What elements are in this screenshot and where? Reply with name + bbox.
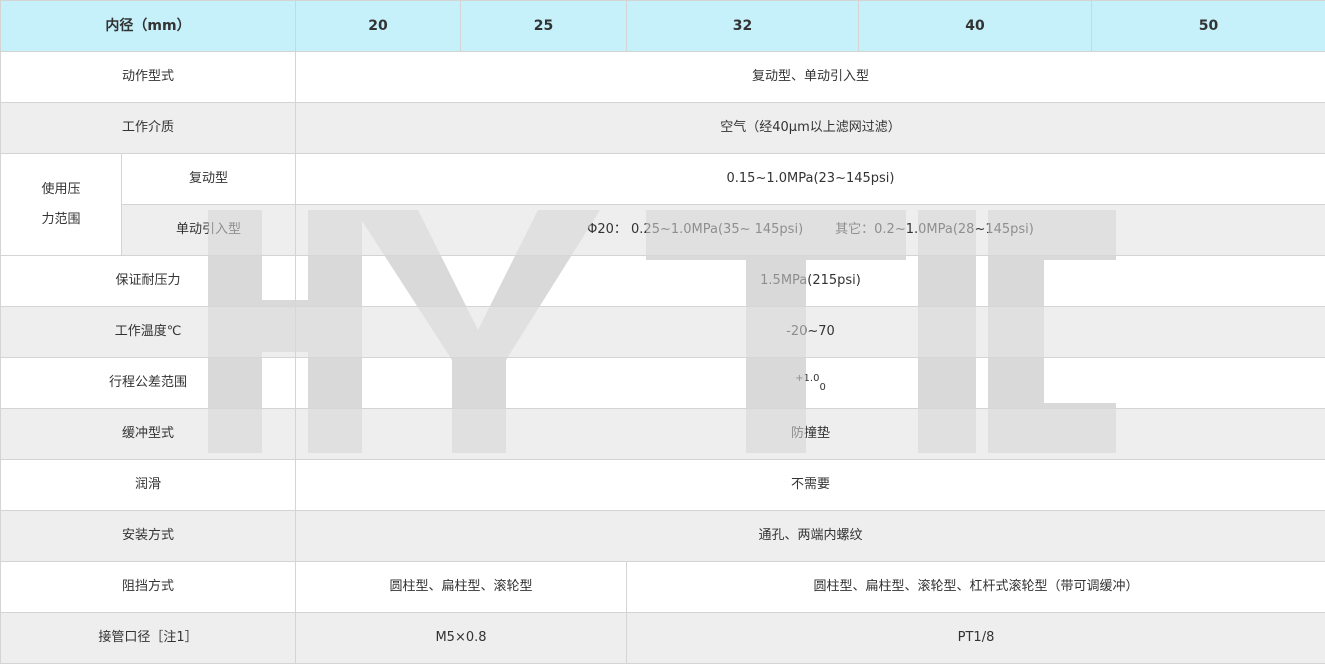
medium-value: 空气（经40μm以上滤网过滤）: [295, 102, 1325, 154]
port-size-value-large: PT1/8: [626, 612, 1325, 664]
table-row: 保证耐压力 1.5MPa(215psi): [0, 255, 1325, 307]
spec-table: 内径（mm） 20 25 32 40 50 动作型式 复动型、单动引入型 工作介…: [0, 0, 1325, 664]
stopper-label: 阻挡方式: [0, 561, 296, 613]
table-row: 安装方式 通孔、两端内螺纹: [0, 510, 1325, 562]
mounting-value: 通孔、两端内螺纹: [295, 510, 1325, 562]
proof-pressure-label: 保证耐压力: [0, 255, 296, 307]
port-size-label: 接管口径［注1］: [0, 612, 296, 664]
table-row: 工作介质 空气（经40μm以上滤网过滤）: [0, 102, 1325, 154]
proof-pressure-value: 1.5MPa(215psi): [295, 255, 1325, 307]
medium-label: 工作介质: [0, 102, 296, 154]
lubrication-label: 润滑: [0, 459, 296, 511]
single-acting-value: Φ20： 0.25~1.0MPa(35~ 145psi) 其它：0.2~1.0MP…: [295, 204, 1325, 256]
action-type-value: 复动型、单动引入型: [295, 51, 1325, 103]
pressure-group-line-1: 使用压: [41, 181, 81, 197]
table-row: 接管口径［注1］ M5×0.8 PT1/8: [0, 612, 1325, 664]
stroke-tolerance-lower: 0: [819, 381, 826, 393]
double-acting-value: 0.15~1.0MPa(23~145psi): [295, 153, 1325, 205]
cushion-label: 缓冲型式: [0, 408, 296, 460]
single-acting-phi20-value: Φ20： 0.25~1.0MPa(35~ 145psi): [587, 221, 804, 237]
lubrication-value: 不需要: [295, 459, 1325, 511]
stopper-value-small: 圆柱型、扁柱型、滚轮型: [295, 561, 627, 613]
temperature-label: 工作温度℃: [0, 306, 296, 358]
bore-size-40: 40: [858, 0, 1092, 52]
double-acting-label: 复动型: [121, 153, 296, 205]
bore-size-20: 20: [295, 0, 461, 52]
stopper-value-large: 圆柱型、扁柱型、滚轮型、杠杆式滚轮型（带可调缓冲）: [626, 561, 1325, 613]
stroke-tolerance-value: +1.00: [295, 357, 1325, 409]
single-acting-label: 单动引入型: [121, 204, 296, 256]
bore-header-label: 内径（mm）: [0, 0, 296, 52]
bore-size-25: 25: [460, 0, 627, 52]
mounting-label: 安装方式: [0, 510, 296, 562]
temperature-value: -20~70: [295, 306, 1325, 358]
header-row: 内径（mm） 20 25 32 40 50: [0, 0, 1325, 52]
table-row: 使用压 力范围 复动型 0.15~1.0MPa(23~145psi): [0, 153, 1325, 256]
port-size-value-small: M5×0.8: [295, 612, 627, 664]
cushion-value: 防撞垫: [295, 408, 1325, 460]
table-row: 工作温度℃ -20~70: [0, 306, 1325, 358]
pressure-range-group-label: 使用压 力范围: [0, 153, 122, 256]
stroke-tolerance-label: 行程公差范围: [0, 357, 296, 409]
action-type-label: 动作型式: [0, 51, 296, 103]
table-row: 动作型式 复动型、单动引入型: [0, 51, 1325, 103]
stroke-tolerance-upper: +1.0: [795, 373, 820, 385]
table-row: 行程公差范围 +1.00: [0, 357, 1325, 409]
bore-size-50: 50: [1091, 0, 1325, 52]
bore-size-32: 32: [626, 0, 859, 52]
pressure-group-line-2: 力范围: [41, 211, 81, 227]
table-row: 阻挡方式 圆柱型、扁柱型、滚轮型 圆柱型、扁柱型、滚轮型、杠杆式滚轮型（带可调缓…: [0, 561, 1325, 613]
single-acting-other-value: 其它：0.2~1.0MPa(28~145psi): [835, 221, 1034, 237]
table-row: 单动引入型 Φ20： 0.25~1.0MPa(35~ 145psi) 其它：0.2…: [1, 204, 1325, 256]
table-row: 缓冲型式 防撞垫: [0, 408, 1325, 460]
table-row: 润滑 不需要: [0, 459, 1325, 511]
